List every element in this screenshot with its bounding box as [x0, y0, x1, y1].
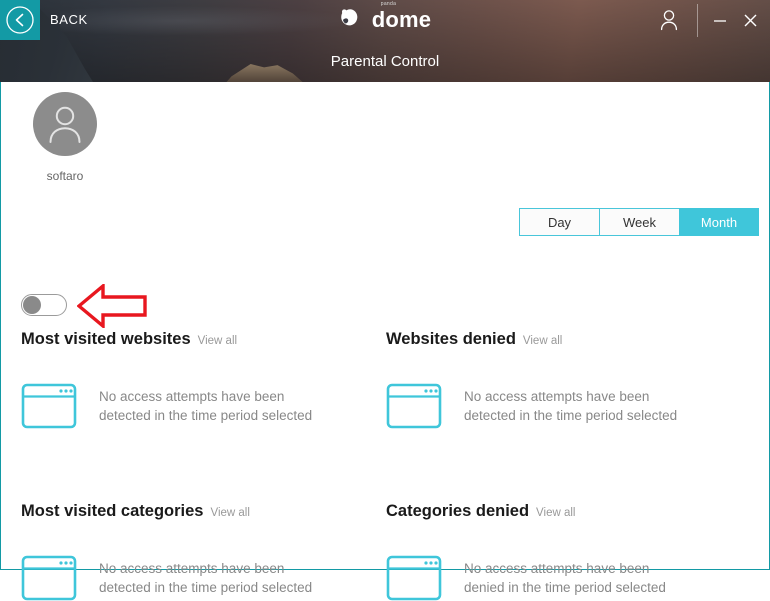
view-all-link[interactable]: View all	[536, 507, 575, 519]
empty-state-text: No access attempts have been detected in…	[99, 561, 313, 595]
profile-name: softaro	[46, 169, 84, 183]
content-panel: softaro Day Week Month Most visited webs…	[0, 82, 770, 601]
period-tab-group[interactable]: Day Week Month	[519, 208, 759, 236]
tab-day[interactable]: Day	[519, 208, 599, 236]
panel-title: Categories denied	[386, 502, 530, 520]
user-account-icon	[660, 10, 678, 31]
chevron-left-icon	[6, 6, 34, 34]
browser-window-icon	[386, 383, 442, 429]
view-all-link[interactable]: View all	[198, 335, 237, 347]
close-icon	[744, 14, 756, 26]
browser-window-icon	[386, 555, 442, 601]
user-account-button[interactable]	[658, 9, 680, 31]
app-window: BACK panda dome Parental Control softaro…	[0, 0, 770, 601]
panel-header: Websites denied View all	[386, 330, 756, 349]
panel-title: Websites denied	[386, 330, 516, 348]
back-button[interactable]	[0, 0, 40, 40]
page-header: Parental Control	[0, 40, 770, 82]
minimize-button[interactable]	[708, 8, 732, 32]
title-bar: BACK panda dome	[0, 0, 770, 40]
page-title: Parental Control	[330, 52, 440, 70]
panel-header: Categories denied View all	[386, 502, 756, 521]
view-all-link[interactable]: View all	[523, 335, 562, 347]
panel-body: No access attempts have been detected in…	[386, 383, 756, 429]
empty-state-text: No access attempts have been detected in…	[464, 389, 678, 423]
header-photo-haze	[60, 6, 360, 36]
empty-state-text: No access attempts have been detected in…	[99, 389, 313, 423]
panel-categories-denied: Categories denied View all No access att…	[386, 502, 756, 601]
tab-week[interactable]: Week	[599, 208, 679, 236]
view-all-link[interactable]: View all	[210, 507, 249, 519]
empty-state-text: No access attempts have been denied in t…	[464, 561, 666, 595]
tab-month[interactable]: Month	[679, 208, 759, 236]
panel-title: Most visited websites	[21, 330, 191, 348]
panel-body: No access attempts have been detected in…	[21, 383, 381, 429]
avatar[interactable]	[33, 92, 97, 156]
panel-body: No access attempts have been denied in t…	[386, 555, 756, 601]
panel-body: No access attempts have been detected in…	[21, 555, 381, 601]
panel-title: Most visited categories	[21, 502, 204, 520]
browser-window-icon	[21, 555, 77, 601]
panel-most-visited-categories: Most visited categories View all No acce…	[21, 502, 381, 601]
back-label[interactable]: BACK	[50, 12, 88, 27]
user-avatar-icon	[49, 106, 81, 143]
titlebar-divider	[697, 4, 698, 37]
panel-websites-denied: Websites denied View all No access attem…	[386, 330, 756, 429]
browser-window-icon	[21, 383, 77, 429]
panel-most-visited-websites: Most visited websites View all No access…	[21, 330, 381, 429]
report-panels: Most visited websites View all No access…	[1, 242, 769, 601]
minimize-icon	[714, 20, 726, 22]
panel-header: Most visited websites View all	[21, 330, 381, 349]
close-button[interactable]	[738, 8, 762, 32]
panel-header: Most visited categories View all	[21, 502, 381, 521]
